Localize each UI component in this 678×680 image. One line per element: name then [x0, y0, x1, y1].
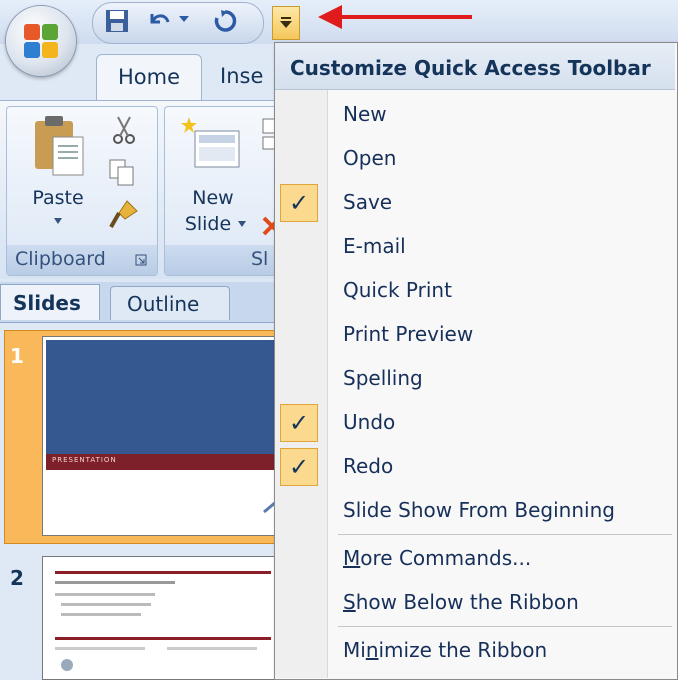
- office-button[interactable]: [6, 6, 76, 76]
- customize-qat-dropdown-button[interactable]: [272, 6, 300, 40]
- annotation-arrow-icon: [318, 5, 342, 29]
- save-icon[interactable]: [104, 8, 130, 34]
- menu-item-label: Print Preview: [343, 322, 474, 346]
- more-commands-label: More Commands...: [343, 546, 531, 570]
- slides-label: Sl: [251, 248, 269, 270]
- office-logo-icon: [24, 24, 58, 58]
- menu-item-label: Slide Show From Beginning: [343, 498, 615, 522]
- menu-item-label: Redo: [343, 454, 394, 478]
- undo-dropdown-icon[interactable]: [178, 14, 190, 24]
- dialog-launcher-icon[interactable]: [135, 254, 147, 266]
- check-icon: ✓: [280, 404, 318, 442]
- menu-item-label: Undo: [343, 410, 396, 434]
- menu-icon-gutter: [275, 90, 328, 678]
- undo-icon[interactable]: [146, 8, 172, 34]
- label-part: imize the Ribbon: [378, 638, 548, 662]
- menu-item-label: Save: [343, 190, 393, 214]
- slide-number: 2: [10, 566, 24, 590]
- label-part: how Below the Ribbon: [355, 590, 579, 614]
- show-below-label: Show Below the Ribbon: [343, 590, 579, 614]
- minimize-label: Minimize the Ribbon: [343, 638, 547, 662]
- menu-item-label: New: [343, 102, 387, 126]
- tab-outline[interactable]: Outline: [110, 286, 230, 320]
- slide-number: 1: [10, 344, 24, 368]
- menu-item-label: Open: [343, 146, 397, 170]
- clipboard-group: Paste Clipboard: [6, 106, 158, 276]
- label-part: ore Commands...: [360, 546, 532, 570]
- check-icon: ✓: [280, 184, 318, 222]
- new-slide-dropdown-icon[interactable]: [237, 220, 247, 228]
- tab-slides[interactable]: Slides: [0, 284, 100, 320]
- copy-icon[interactable]: [107, 157, 137, 187]
- slide-caption: PRESENTATION: [52, 456, 117, 464]
- new-slide-label[interactable]: New: [173, 187, 253, 209]
- check-icon: ✓: [280, 448, 318, 486]
- chevron-down-icon: [280, 17, 292, 28]
- menu-separator: [338, 534, 672, 535]
- annotation-arrow-shaft: [340, 15, 472, 19]
- label-part: Mi: [343, 638, 366, 662]
- cut-icon[interactable]: [111, 115, 137, 145]
- slide-content-graphic: [55, 571, 271, 671]
- paste-button[interactable]: Paste: [21, 187, 95, 209]
- slide-title-area: [46, 340, 282, 454]
- access-key: M: [343, 546, 361, 570]
- menu-item-label: Spelling: [343, 366, 423, 390]
- clipboard-label: Clipboard: [15, 248, 106, 270]
- new-slide-icon[interactable]: [179, 115, 243, 175]
- clipboard-group-label: Clipboard: [7, 245, 157, 275]
- paste-icon[interactable]: [33, 115, 85, 177]
- access-key: S: [343, 590, 356, 614]
- access-key: n: [365, 638, 379, 662]
- menu-item-label: Quick Print: [343, 278, 452, 302]
- slides-group-label: Sl: [165, 245, 291, 275]
- slides-group: New Slide Sl: [164, 106, 291, 276]
- menu-title: Customize Quick Access Toolbar: [290, 56, 651, 80]
- menu-separator: [338, 626, 672, 627]
- new-slide-label-line2[interactable]: Slide: [173, 213, 243, 235]
- redo-icon[interactable]: [212, 8, 238, 34]
- paste-dropdown-icon[interactable]: [53, 217, 63, 225]
- slide-thumbnail-2[interactable]: [42, 556, 284, 680]
- menu-item-label: E-mail: [343, 234, 406, 258]
- format-painter-icon[interactable]: [107, 197, 141, 231]
